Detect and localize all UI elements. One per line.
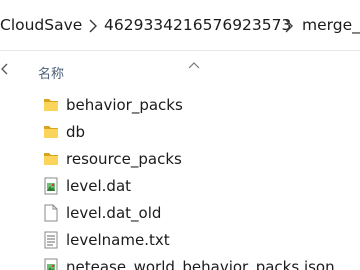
image-file-icon	[42, 176, 60, 196]
file-name: behavior_packs	[66, 96, 183, 114]
file-name: resource_packs	[66, 150, 182, 168]
breadcrumb-item-merge[interactable]: merge_c	[302, 15, 360, 35]
list-item[interactable]: behavior_packs	[28, 93, 360, 117]
file-name: level.dat	[66, 177, 132, 195]
list-item[interactable]: levelname.txt	[28, 228, 360, 252]
folder-icon	[42, 95, 60, 115]
list-item[interactable]: level.dat	[28, 174, 360, 198]
breadcrumb-item-folder-id[interactable]: 4629334216576923573	[104, 15, 291, 35]
address-bar[interactable]: CloudSave 4629334216576923573 merge_c	[0, 0, 360, 51]
text-file-icon	[42, 230, 60, 250]
chevron-left-icon[interactable]	[0, 60, 10, 75]
list-item[interactable]: level.dat_old	[28, 201, 360, 225]
blank-file-icon	[42, 203, 60, 223]
file-name: netease_world_behavior_packs.json	[66, 258, 335, 270]
breadcrumb-item-cloudsave[interactable]: CloudSave	[0, 15, 82, 35]
image-file-icon	[42, 257, 60, 270]
chevron-right-icon[interactable]	[84, 16, 102, 36]
list-item[interactable]: netease_world_behavior_packs.json	[28, 255, 360, 270]
column-header-row: 名称	[28, 52, 360, 86]
chevron-right-icon[interactable]	[280, 16, 298, 36]
column-header-name[interactable]: 名称	[38, 63, 64, 82]
list-item[interactable]: db	[28, 120, 360, 144]
file-explorer-window: CloudSave 4629334216576923573 merge_c 名称	[0, 0, 360, 270]
folder-icon	[42, 122, 60, 142]
folder-icon	[42, 149, 60, 169]
file-name: levelname.txt	[66, 231, 170, 249]
file-name: db	[66, 123, 86, 141]
sort-ascending-icon[interactable]	[188, 54, 200, 69]
file-name: level.dat_old	[66, 204, 162, 222]
list-item[interactable]: resource_packs	[28, 147, 360, 171]
